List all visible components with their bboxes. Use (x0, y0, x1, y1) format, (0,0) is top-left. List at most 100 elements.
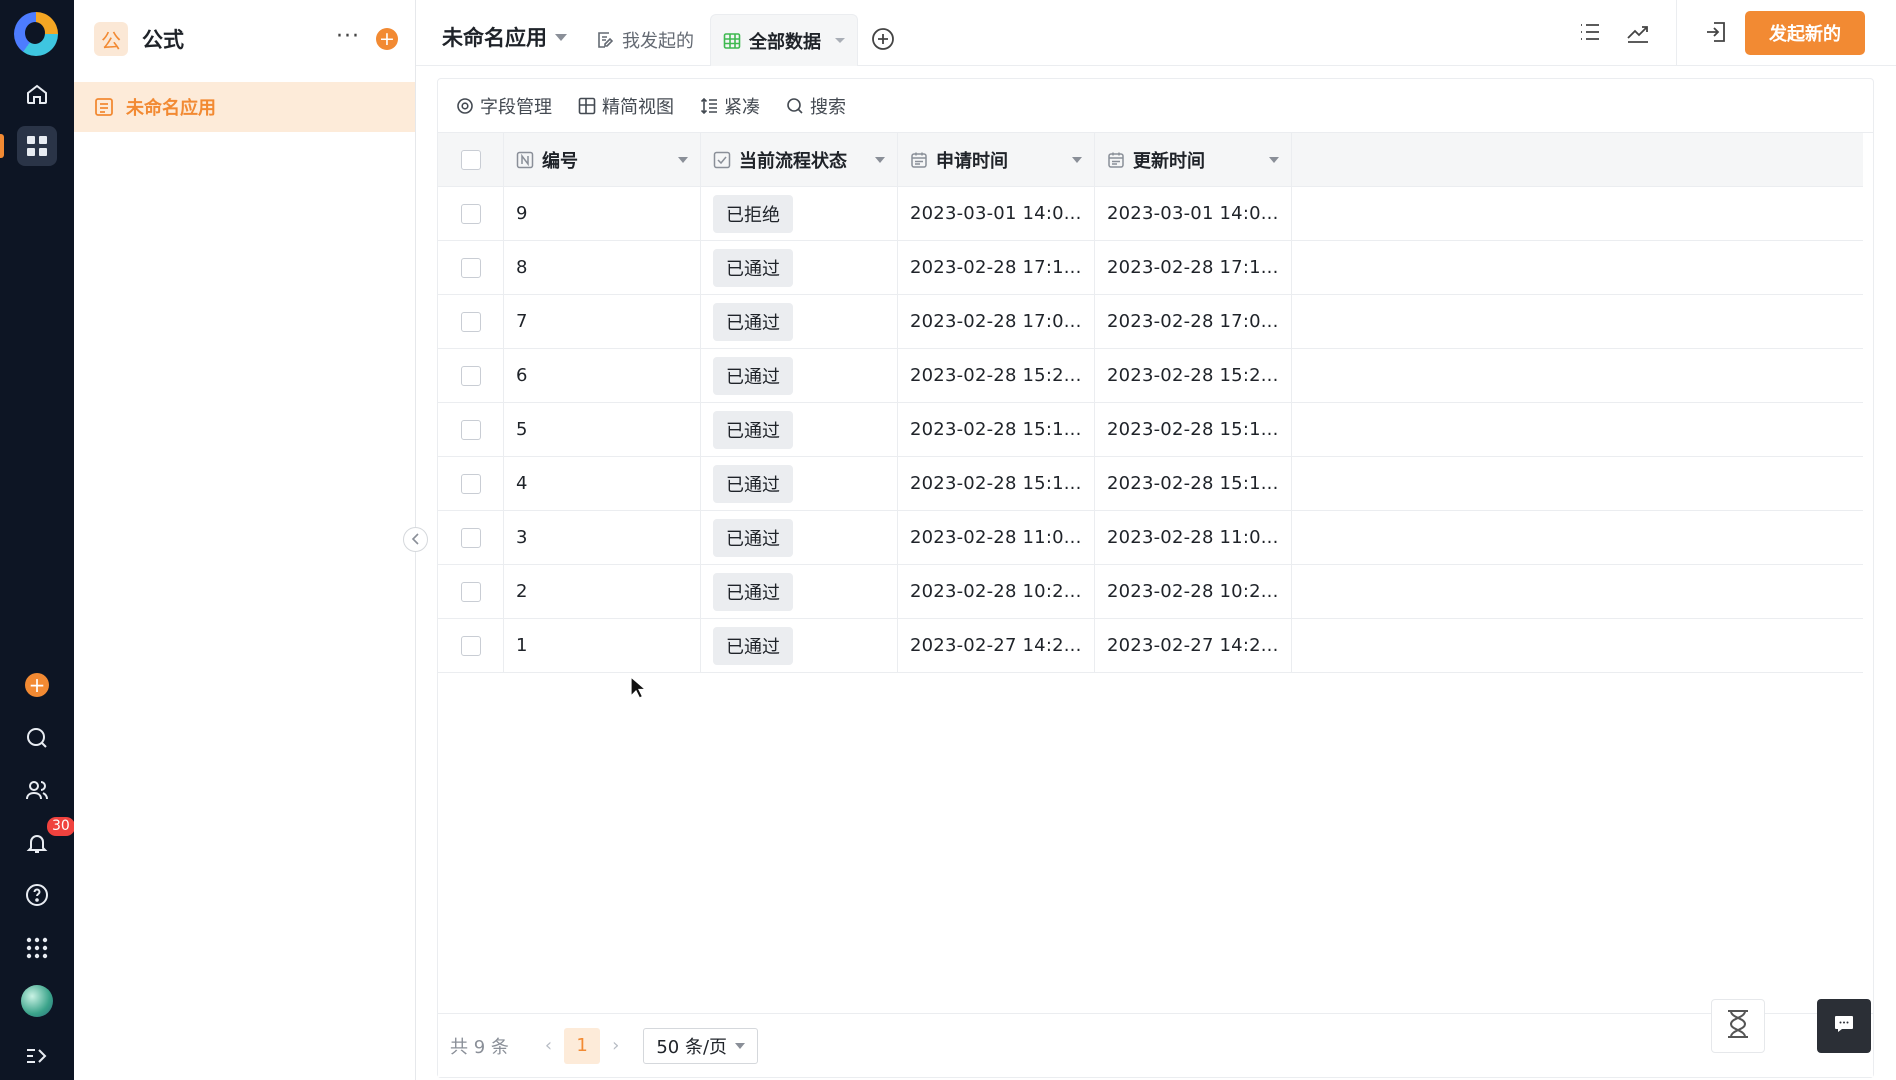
table-row[interactable]: 9 已拒绝 2023-03-01 14:0... 2023-03-01 14:0... (438, 187, 1863, 241)
tab-my-submissions[interactable]: 我发起的 (584, 14, 706, 66)
column-header-updated[interactable]: 更新时间 (1095, 133, 1292, 186)
row-checkbox[interactable] (460, 581, 481, 602)
side-panel-header: 公 公式 (94, 22, 184, 56)
select-all-checkbox[interactable] (460, 149, 481, 170)
cell-updated-time[interactable]: 2023-02-28 15:2... (1095, 349, 1292, 402)
cell-applied-time[interactable]: 2023-02-28 17:1... (898, 241, 1095, 294)
cell-status[interactable]: 已拒绝 (701, 187, 898, 240)
caret-down-icon[interactable] (1269, 156, 1279, 163)
expand-icon[interactable] (17, 1036, 57, 1076)
more-options-icon[interactable]: ··· (336, 24, 360, 49)
cell-updated-time[interactable]: 2023-02-28 17:0... (1095, 295, 1292, 348)
row-checkbox[interactable] (460, 419, 481, 440)
field-manage-button[interactable]: 字段管理 (456, 93, 552, 119)
chat-button[interactable] (1817, 999, 1871, 1053)
table-row[interactable]: 1 已通过 2023-02-27 14:2... 2023-02-27 14:2... (438, 619, 1863, 673)
cell-status[interactable]: 已通过 (701, 457, 898, 510)
cell-text: 2 (516, 581, 528, 602)
contacts-icon[interactable] (17, 770, 57, 810)
cell-status[interactable]: 已通过 (701, 295, 898, 348)
column-header-status[interactable]: 当前流程状态 (701, 133, 898, 186)
row-checkbox[interactable] (460, 635, 481, 656)
cell-id[interactable]: 7 (504, 295, 701, 348)
row-checkbox[interactable] (460, 473, 481, 494)
cell-applied-time[interactable]: 2023-02-28 15:2... (898, 349, 1095, 402)
add-icon[interactable]: + (17, 665, 57, 705)
column-header-id[interactable]: 编号 (504, 133, 701, 186)
cell-applied-time[interactable]: 2023-02-28 10:2... (898, 565, 1095, 618)
cell-applied-time[interactable]: 2023-02-27 14:2... (898, 619, 1095, 672)
hourglass-button[interactable] (1711, 999, 1765, 1053)
cell-id[interactable]: 2 (504, 565, 701, 618)
table-row[interactable]: 2 已通过 2023-02-28 10:2... 2023-02-28 10:2... (438, 565, 1863, 619)
next-page-icon[interactable]: › (612, 1035, 619, 1056)
cell-applied-time[interactable]: 2023-02-28 17:0... (898, 295, 1095, 348)
search-icon[interactable] (17, 718, 57, 758)
help-icon[interactable] (17, 875, 57, 915)
cell-updated-time[interactable]: 2023-02-27 14:2... (1095, 619, 1292, 672)
home-icon[interactable] (17, 74, 57, 114)
prev-page-icon[interactable]: ‹ (545, 1035, 552, 1056)
cell-updated-time[interactable]: 2023-02-28 15:1... (1095, 457, 1292, 510)
cell-updated-time[interactable]: 2023-02-28 17:1... (1095, 241, 1292, 294)
row-checkbox[interactable] (460, 257, 481, 278)
column-header-applied[interactable]: 申请时间 (898, 133, 1095, 186)
list-icon[interactable] (1578, 20, 1602, 44)
avatar[interactable] (17, 981, 57, 1021)
caret-down-icon[interactable] (875, 156, 885, 163)
row-filler (1292, 457, 1863, 510)
density-button[interactable]: 紧凑 (700, 93, 760, 119)
cell-id[interactable]: 9 (504, 187, 701, 240)
table-row[interactable]: 5 已通过 2023-02-28 15:1... 2023-02-28 15:1... (438, 403, 1863, 457)
table-row[interactable]: 4 已通过 2023-02-28 15:1... 2023-02-28 15:1... (438, 457, 1863, 511)
apps-grid-icon[interactable] (17, 126, 57, 166)
caret-down-icon[interactable] (835, 38, 845, 43)
cell-updated-time[interactable]: 2023-02-28 10:2... (1095, 565, 1292, 618)
table-row[interactable]: 6 已通过 2023-02-28 15:2... 2023-02-28 15:2... (438, 349, 1863, 403)
exit-icon[interactable] (1704, 20, 1728, 44)
cell-applied-time[interactable]: 2023-02-28 15:1... (898, 457, 1095, 510)
cell-id[interactable]: 1 (504, 619, 701, 672)
caret-down-icon[interactable] (678, 156, 688, 163)
table-row[interactable]: 8 已通过 2023-02-28 17:1... 2023-02-28 17:1... (438, 241, 1863, 295)
table-row[interactable]: 7 已通过 2023-02-28 17:0... 2023-02-28 17:0... (438, 295, 1863, 349)
cell-status[interactable]: 已通过 (701, 511, 898, 564)
cell-status[interactable]: 已通过 (701, 565, 898, 618)
tab-all-data[interactable]: 全部数据 (710, 14, 858, 66)
collapse-panel-button[interactable] (403, 527, 428, 552)
compact-view-button[interactable]: 精简视图 (578, 93, 674, 119)
row-checkbox[interactable] (460, 527, 481, 548)
cell-updated-time[interactable]: 2023-02-28 11:0... (1095, 511, 1292, 564)
cell-updated-time[interactable]: 2023-02-28 15:1... (1095, 403, 1292, 456)
caret-down-icon[interactable] (1072, 156, 1082, 163)
status-badge: 已通过 (713, 410, 793, 449)
logo[interactable] (14, 12, 58, 56)
cell-updated-time[interactable]: 2023-03-01 14:0... (1095, 187, 1292, 240)
cell-applied-time[interactable]: 2023-03-01 14:0... (898, 187, 1095, 240)
cell-id[interactable]: 6 (504, 349, 701, 402)
cell-id[interactable]: 4 (504, 457, 701, 510)
page-size-select[interactable]: 50 条/页 (643, 1027, 759, 1064)
cell-status[interactable]: 已通过 (701, 619, 898, 672)
cell-id[interactable]: 5 (504, 403, 701, 456)
cell-status[interactable]: 已通过 (701, 349, 898, 402)
add-item-icon[interactable]: + (376, 28, 398, 50)
new-submission-button[interactable]: 发起新的 (1745, 11, 1865, 55)
search-button[interactable]: 搜索 (786, 93, 846, 119)
table-row[interactable]: 3 已通过 2023-02-28 11:0... 2023-02-28 11:0... (438, 511, 1863, 565)
trend-chart-icon[interactable] (1626, 20, 1650, 44)
cell-status[interactable]: 已通过 (701, 403, 898, 456)
app-launcher-icon[interactable] (17, 928, 57, 968)
add-view-icon[interactable] (870, 26, 896, 52)
side-item-unnamed-app[interactable]: 未命名应用 (74, 82, 415, 132)
cell-id[interactable]: 8 (504, 241, 701, 294)
current-page[interactable]: 1 (564, 1027, 601, 1064)
cell-applied-time[interactable]: 2023-02-28 11:0... (898, 511, 1095, 564)
row-checkbox[interactable] (460, 203, 481, 224)
cell-id[interactable]: 3 (504, 511, 701, 564)
row-checkbox[interactable] (460, 365, 481, 386)
cell-status[interactable]: 已通过 (701, 241, 898, 294)
row-checkbox[interactable] (460, 311, 481, 332)
app-switcher[interactable]: 未命名应用 (442, 22, 567, 52)
cell-applied-time[interactable]: 2023-02-28 15:1... (898, 403, 1095, 456)
